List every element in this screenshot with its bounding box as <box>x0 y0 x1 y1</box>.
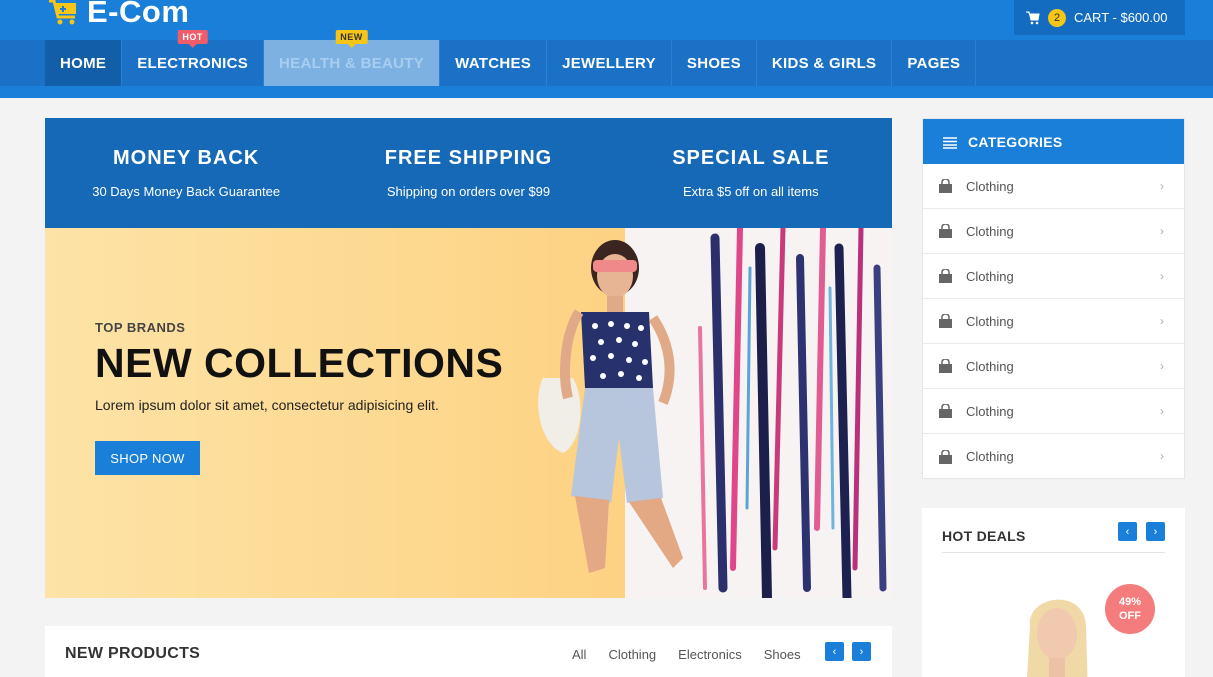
cart-logo-icon <box>47 0 81 27</box>
nav-item-watches[interactable]: WATCHES <box>440 40 548 86</box>
filter-tab-electronics[interactable]: Electronics <box>678 647 742 662</box>
chevron-left-icon: ‹ <box>1125 525 1130 538</box>
shopping-bag-icon <box>938 313 953 328</box>
feature-subtitle: Extra $5 off on all items <box>683 184 819 199</box>
new-products-prev-button[interactable]: ‹ <box>825 642 844 661</box>
chevron-right-icon: › <box>1160 359 1164 373</box>
filter-tab-all[interactable]: All <box>572 647 586 662</box>
discount-value: 49% <box>1118 596 1142 608</box>
logo[interactable]: E-Com <box>47 0 189 32</box>
main-nav: HOME HOT ELECTRONICS NEW HEALTH & BEAUTY… <box>45 30 977 86</box>
chevron-left-icon: ‹ <box>832 645 837 658</box>
category-item-clothing[interactable]: Clothing › <box>923 344 1184 389</box>
nav-item-electronics[interactable]: HOT ELECTRONICS <box>122 30 265 86</box>
categories-title: CATEGORIES <box>968 133 1063 150</box>
features-strip: MONEY BACK 30 Days Money Back Guarantee … <box>45 118 892 228</box>
category-label: Clothing <box>966 178 1014 194</box>
category-label: Clothing <box>966 268 1014 284</box>
banner-description: Lorem ipsum dolor sit amet, consectetur … <box>95 397 439 413</box>
nav-item-label: JEWELLERY <box>562 54 656 72</box>
chevron-right-icon: › <box>1160 179 1164 193</box>
hot-deals-next-button[interactable]: › <box>1146 522 1165 541</box>
shopping-bag-icon <box>938 403 953 418</box>
chevron-right-icon: › <box>1160 269 1164 283</box>
nav-item-label: PAGES <box>907 54 961 72</box>
shopping-bag-icon <box>938 268 953 283</box>
new-products-next-button[interactable]: › <box>852 642 871 661</box>
nav-item-shoes[interactable]: SHOES <box>672 40 757 86</box>
filter-tab-clothing[interactable]: Clothing <box>608 647 656 662</box>
nav-item-health-beauty[interactable]: NEW HEALTH & BEAUTY <box>264 30 441 86</box>
chevron-right-icon: › <box>1160 224 1164 238</box>
nav-item-label: KIDS & GIRLS <box>771 54 877 72</box>
filter-tab-shoes[interactable]: Shoes <box>764 647 801 662</box>
cart-button[interactable]: 2 CART - $600.00 <box>1014 0 1185 35</box>
category-item-clothing[interactable]: Clothing › <box>923 209 1184 254</box>
nav-item-kids-girls[interactable]: KIDS & GIRLS <box>757 40 893 86</box>
hero-banner: TOP BRANDS NEW COLLECTIONS Lorem ipsum d… <box>45 228 892 598</box>
divider <box>942 552 1165 553</box>
cart-total-label: CART - $600.00 <box>1074 10 1168 25</box>
nav-item-label: HOME <box>60 54 107 72</box>
hot-deals-title: HOT DEALS <box>942 528 1026 544</box>
shop-now-button[interactable]: SHOP NOW <box>95 441 200 475</box>
category-item-clothing[interactable]: Clothing › <box>923 389 1184 434</box>
chevron-right-icon: › <box>1160 314 1164 328</box>
product-image[interactable] <box>1022 586 1092 677</box>
category-label: Clothing <box>966 449 1014 464</box>
category-label: Clothing <box>966 313 1014 329</box>
shopping-bag-icon <box>938 448 953 464</box>
feature-money-back: MONEY BACK 30 Days Money Back Guarantee <box>45 118 327 228</box>
new-badge: NEW <box>335 30 368 44</box>
chevron-right-icon: › <box>1160 449 1164 463</box>
category-item-clothing[interactable]: Clothing › <box>923 254 1184 299</box>
hot-deals-prev-button[interactable]: ‹ <box>1118 522 1137 541</box>
discount-label: OFF <box>1119 610 1141 622</box>
cart-count-badge: 2 <box>1048 8 1066 27</box>
hot-deals-panel: HOT DEALS ‹ › 49% OFF <box>922 508 1185 677</box>
nav-item-pages[interactable]: PAGES <box>892 40 977 86</box>
feature-subtitle: 30 Days Money Back Guarantee <box>92 184 281 199</box>
nav-item-label: ELECTRONICS <box>137 54 249 72</box>
nav-item-label: SHOES <box>686 54 741 72</box>
category-label: Clothing <box>966 223 1014 239</box>
hot-badge: HOT <box>177 30 208 44</box>
chevron-right-icon: › <box>1153 525 1158 538</box>
feature-title: FREE SHIPPING <box>384 147 553 169</box>
feature-special-sale: SPECIAL SALE Extra $5 off on all items <box>610 118 892 228</box>
nav-item-home[interactable]: HOME <box>45 40 123 86</box>
shopping-cart-icon <box>1026 11 1040 25</box>
feature-title: SPECIAL SALE <box>672 147 830 169</box>
discount-badge: 49% OFF <box>1105 584 1155 634</box>
shopping-bag-icon <box>938 178 953 193</box>
category-item-clothing[interactable]: Clothing › <box>923 164 1184 209</box>
navigation-bar-strip <box>0 86 1213 98</box>
nav-item-jewellery[interactable]: JEWELLERY <box>547 40 672 86</box>
category-item-clothing[interactable]: Clothing › <box>923 299 1184 344</box>
model-photo <box>523 228 723 598</box>
nav-item-label: HEALTH & BEAUTY <box>279 54 425 72</box>
nav-item-label: WATCHES <box>455 54 532 72</box>
category-label: Clothing <box>966 403 1014 419</box>
feature-subtitle: Shipping on orders over $99 <box>386 184 551 199</box>
new-products-title: NEW PRODUCTS <box>65 645 201 662</box>
new-products-panel: NEW PRODUCTS All Clothing Electronics Sh… <box>45 626 892 677</box>
product-filter-tabs: All Clothing Electronics Shoes <box>572 647 823 662</box>
category-item-clothing[interactable]: Clothing › <box>923 434 1184 479</box>
chevron-right-icon: › <box>859 645 864 658</box>
categories-header[interactable]: CATEGORIES <box>923 119 1184 164</box>
banner-title: NEW COLLECTIONS <box>95 340 504 386</box>
categories-panel: CATEGORIES Clothing › Clothing › Clothin… <box>922 118 1185 479</box>
category-label: Clothing <box>966 358 1014 374</box>
feature-free-shipping: FREE SHIPPING Shipping on orders over $9… <box>327 118 609 228</box>
shopping-bag-icon <box>938 223 953 238</box>
feature-title: MONEY BACK <box>113 147 260 169</box>
shopping-bag-icon <box>938 358 953 373</box>
menu-lines-icon <box>943 136 957 149</box>
banner-eyebrow: TOP BRANDS <box>95 320 186 335</box>
chevron-right-icon: › <box>1160 404 1164 418</box>
logo-text: E-Com <box>87 0 190 29</box>
